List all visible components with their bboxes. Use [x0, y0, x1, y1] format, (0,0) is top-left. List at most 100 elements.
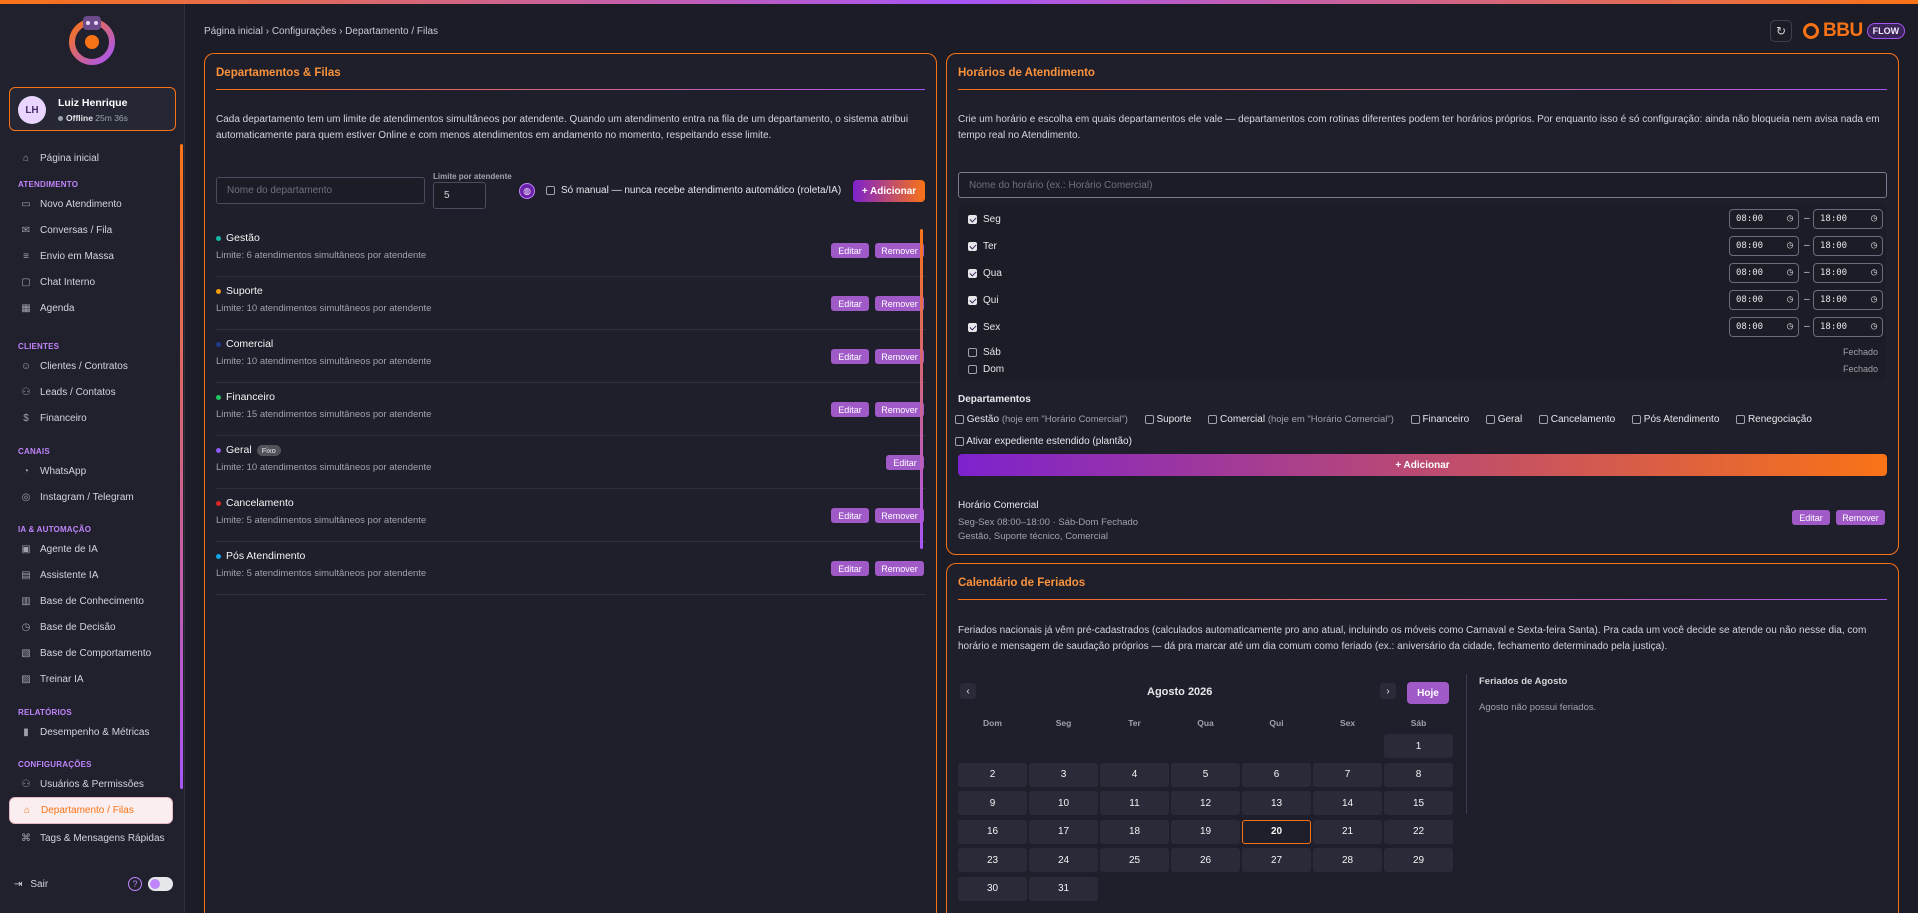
- next-month-button[interactable]: ›: [1380, 683, 1396, 699]
- calendar-day[interactable]: 30: [958, 876, 1027, 901]
- weekday-row[interactable]: Ter: [968, 241, 997, 252]
- sidebar-item-whatsapp[interactable]: ◔ WhatsApp: [9, 459, 173, 483]
- remove-department-button[interactable]: Remover: [875, 296, 924, 311]
- sidebar-item-desempenho[interactable]: ▮ Desempenho & Métricas: [9, 720, 173, 744]
- calendar-day[interactable]: 4: [1100, 762, 1169, 787]
- calendar-day[interactable]: 5: [1171, 762, 1240, 787]
- sidebar-item-leads[interactable]: ⚇ Leads / Contatos: [9, 380, 173, 404]
- end-time-input[interactable]: 18:00 ◷: [1813, 236, 1883, 256]
- sidebar-item-novo-atendimento[interactable]: ▭ Novo Atendimento: [9, 192, 173, 216]
- color-picker-button[interactable]: ◍: [519, 183, 535, 199]
- weekday-row[interactable]: Sex: [968, 322, 1000, 333]
- sidebar-item-instagram[interactable]: ◎ Instagram / Telegram: [9, 485, 173, 509]
- end-time-input[interactable]: 18:00 ◷: [1813, 209, 1883, 229]
- checkbox[interactable]: [1410, 414, 1420, 424]
- sidebar-scrollbar[interactable]: [180, 144, 183, 789]
- remove-department-button[interactable]: Remover: [875, 243, 924, 258]
- weekday-row[interactable]: Dom: [968, 364, 1004, 375]
- calendar-day[interactable]: 15: [1384, 791, 1453, 815]
- add-department-button[interactable]: + Adicionar: [853, 180, 925, 202]
- calendar-day[interactable]: 27: [1242, 848, 1311, 872]
- end-time-input[interactable]: 18:00 ◷: [1813, 317, 1883, 337]
- checkbox[interactable]: [1144, 414, 1154, 424]
- end-time-input[interactable]: 18:00 ◷: [1813, 263, 1883, 283]
- sidebar-item-treinar-ia[interactable]: ▨ Treinar IA: [9, 667, 173, 691]
- start-time-input[interactable]: 08:00 ◷: [1729, 209, 1799, 229]
- sidebar-item-envio-massa[interactable]: ≡ Envio em Massa: [9, 244, 173, 268]
- logout-button[interactable]: ⇥ Sair: [14, 879, 48, 890]
- weekday-row[interactable]: Sáb: [968, 347, 1001, 358]
- weekday-checkbox[interactable]: [968, 296, 977, 305]
- edit-department-button[interactable]: Editar: [831, 508, 869, 523]
- checkbox[interactable]: [1736, 414, 1746, 424]
- calendar-day[interactable]: 18: [1100, 819, 1169, 844]
- sidebar-item-base-comportamento[interactable]: ▧ Base de Comportamento: [9, 641, 173, 665]
- dept-option-geral[interactable]: Geral: [1485, 414, 1522, 425]
- sidebar-item-financeiro[interactable]: $ Financeiro: [9, 406, 173, 430]
- checkbox[interactable]: [1632, 414, 1641, 424]
- sidebar-item-agenda[interactable]: ▦ Agenda: [9, 296, 173, 320]
- calendar-day[interactable]: 7: [1313, 762, 1382, 787]
- today-button[interactable]: Hoje: [1407, 682, 1449, 704]
- calendar-day-today[interactable]: 20: [1242, 819, 1311, 844]
- calendar-day[interactable]: 2: [958, 762, 1027, 787]
- calendar-day[interactable]: 22: [1384, 819, 1453, 844]
- start-time-input[interactable]: 08:00 ◷: [1729, 236, 1799, 256]
- edit-department-button[interactable]: Editar: [831, 402, 869, 417]
- start-time-input[interactable]: 08:00 ◷: [1729, 290, 1799, 310]
- checkbox[interactable]: [1208, 414, 1218, 424]
- calendar-day[interactable]: 3: [1029, 762, 1098, 787]
- limit-input[interactable]: 5: [433, 182, 486, 209]
- weekday-checkbox[interactable]: [968, 348, 977, 357]
- checkbox[interactable]: [955, 414, 964, 424]
- dept-option-suporte[interactable]: Suporte: [1144, 414, 1191, 425]
- calendar-day[interactable]: 23: [958, 848, 1027, 872]
- calendar-day[interactable]: 12: [1171, 791, 1240, 815]
- edit-schedule-button[interactable]: Editar: [1792, 510, 1830, 525]
- dept-option-pos[interactable]: Pós Atendimento: [1632, 414, 1719, 425]
- extended-hours-option[interactable]: Ativar expediente estendido (plantão): [955, 436, 1132, 447]
- weekday-checkbox[interactable]: [968, 269, 977, 278]
- weekday-checkbox[interactable]: [968, 242, 977, 251]
- manual-only-option[interactable]: Só manual — nunca recebe atendimento aut…: [546, 185, 841, 196]
- calendar-day[interactable]: 29: [1384, 848, 1453, 872]
- dept-option-cancelamento[interactable]: Cancelamento: [1538, 414, 1615, 425]
- start-time-input[interactable]: 08:00 ◷: [1729, 263, 1799, 283]
- refresh-button[interactable]: ↻: [1770, 20, 1792, 42]
- checkbox[interactable]: [1485, 414, 1495, 424]
- calendar-day[interactable]: 9: [958, 791, 1027, 815]
- theme-toggle[interactable]: [148, 877, 173, 891]
- edit-department-button[interactable]: Editar: [831, 243, 869, 258]
- sidebar-item-home[interactable]: ⌂ Página inicial: [9, 146, 173, 170]
- calendar-day[interactable]: 11: [1100, 791, 1169, 815]
- sidebar-item-conversas[interactable]: ✉ Conversas / Fila: [9, 218, 173, 242]
- dept-option-gestao[interactable]: Gestão (hoje em "Horário Comercial"): [955, 414, 1128, 425]
- department-name-input[interactable]: Nome do departamento: [216, 177, 425, 204]
- dept-option-comercial[interactable]: Comercial (hoje em "Horário Comercial"): [1208, 414, 1394, 425]
- remove-department-button[interactable]: Remover: [875, 349, 924, 364]
- sidebar-item-base-conhecimento[interactable]: ▥ Base de Conhecimento: [9, 589, 173, 613]
- sidebar-item-clientes[interactable]: ☺ Clientes / Contratos: [9, 354, 173, 378]
- user-card[interactable]: LH Luiz Henrique Offline 25m 36s: [9, 87, 176, 131]
- calendar-day[interactable]: 16: [958, 819, 1027, 844]
- sidebar-item-agente-ia[interactable]: ▣ Agente de IA: [9, 537, 173, 561]
- end-time-input[interactable]: 18:00 ◷: [1813, 290, 1883, 310]
- sidebar-item-tags[interactable]: ⌘ Tags & Mensagens Rápidas: [9, 826, 173, 850]
- weekday-row[interactable]: Qui: [968, 295, 999, 306]
- remove-department-button[interactable]: Remover: [875, 561, 924, 576]
- start-time-input[interactable]: 08:00 ◷: [1729, 317, 1799, 337]
- weekday-row[interactable]: Seg: [968, 214, 1001, 225]
- prev-month-button[interactable]: ‹: [960, 683, 976, 699]
- calendar-day[interactable]: 21: [1313, 819, 1382, 844]
- checkbox[interactable]: [1538, 414, 1548, 424]
- edit-department-button[interactable]: Editar: [886, 455, 924, 470]
- department-list-scrollbar[interactable]: [920, 229, 923, 549]
- checkbox[interactable]: [955, 436, 964, 446]
- add-schedule-button[interactable]: + Adicionar: [958, 454, 1887, 476]
- edit-department-button[interactable]: Editar: [831, 349, 869, 364]
- sidebar-item-assistente-ia[interactable]: ▤ Assistente IA: [9, 563, 173, 587]
- remove-department-button[interactable]: Remover: [875, 508, 924, 523]
- calendar-day[interactable]: 8: [1384, 762, 1453, 787]
- calendar-day[interactable]: 25: [1100, 848, 1169, 872]
- help-icon[interactable]: ?: [128, 877, 142, 891]
